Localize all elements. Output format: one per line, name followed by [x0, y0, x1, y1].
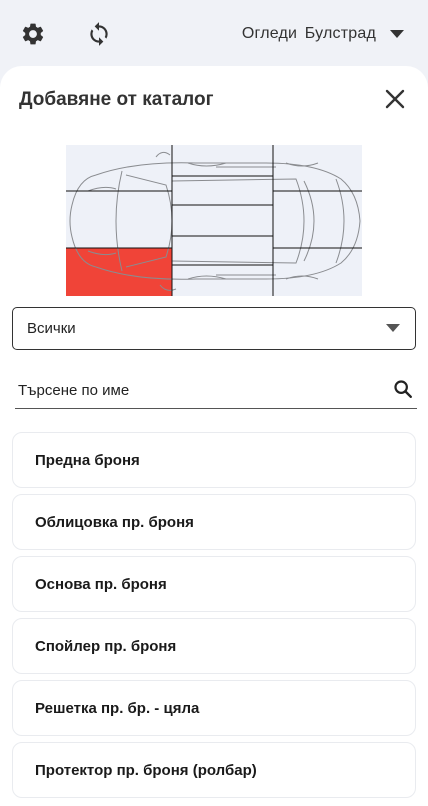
catalog-sheet: Добавяне от каталог Всички Търсене по им…: [0, 66, 428, 806]
search-field: [15, 372, 417, 409]
search-button[interactable]: [392, 378, 414, 405]
close-button[interactable]: [382, 86, 408, 112]
caret-down-icon: [390, 30, 404, 38]
category-select[interactable]: Всички: [12, 307, 416, 350]
category-select-value: Всички: [27, 320, 76, 337]
settings-button[interactable]: [16, 17, 50, 51]
top-bar: Огледи Булстрад: [0, 0, 428, 66]
account-selector[interactable]: Огледи Булстрад: [242, 22, 404, 46]
list-item[interactable]: Спойлер пр. броня: [12, 618, 416, 674]
sync-button[interactable]: [82, 17, 116, 51]
list-item[interactable]: Облицовка пр. броня: [12, 494, 416, 550]
list-item-label: Основа пр. броня: [35, 575, 167, 593]
list-item[interactable]: Протектор пр. броня (ролбар): [12, 742, 416, 798]
list-item-label: Решетка пр. бр. - цяла: [35, 699, 200, 717]
list-item-label: Спойлер пр. броня: [35, 637, 177, 655]
list-item[interactable]: Решетка пр. бр. - цяла: [12, 680, 416, 736]
car-zone-diagram[interactable]: [66, 145, 362, 296]
sheet-title: Добавяне от каталог: [19, 89, 214, 110]
account-name: Огледи Булстрад: [241, 25, 376, 42]
search-input[interactable]: [18, 380, 378, 400]
search-icon: [394, 380, 412, 398]
list-item-label: Предна броня: [35, 451, 140, 469]
list-item-label: Облицовка пр. броня: [35, 513, 194, 531]
list-item[interactable]: Основа пр. броня: [12, 556, 416, 612]
close-icon: [385, 89, 405, 109]
sync-icon: [90, 22, 108, 46]
gear-icon: [22, 23, 44, 45]
chevron-down-icon: [386, 324, 400, 332]
list-item[interactable]: Предна броня: [12, 432, 416, 488]
list-item-label: Протектор пр. броня (ролбар): [35, 761, 257, 779]
